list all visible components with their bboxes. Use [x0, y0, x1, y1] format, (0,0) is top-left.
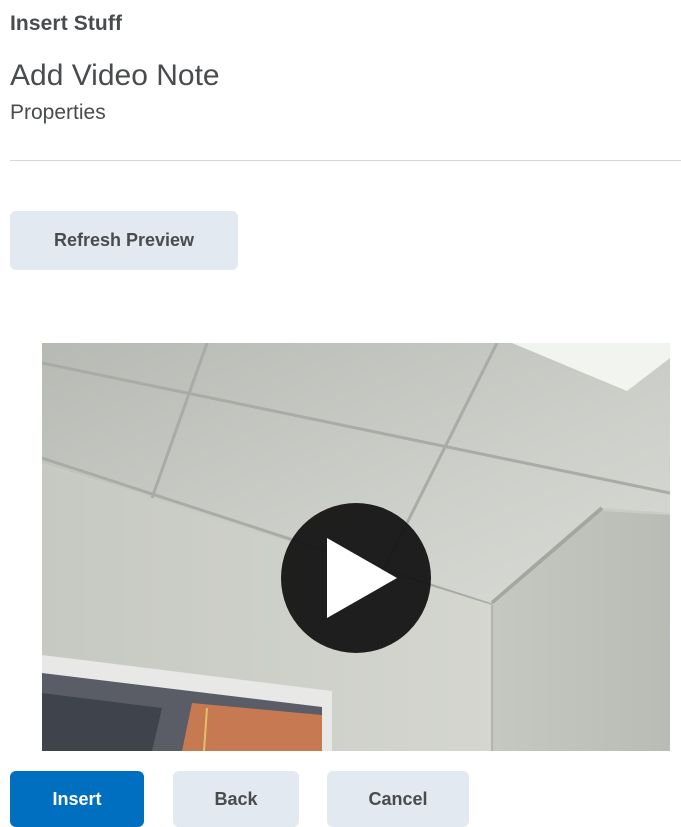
play-icon	[327, 538, 397, 618]
video-preview[interactable]	[42, 343, 670, 751]
dialog-title: Insert Stuff	[10, 12, 123, 35]
header-divider	[10, 160, 681, 161]
play-button[interactable]	[281, 503, 431, 653]
page-subtitle: Properties	[10, 101, 106, 124]
cancel-button[interactable]: Cancel	[327, 771, 469, 827]
page-title: Add Video Note	[10, 59, 220, 92]
back-button[interactable]: Back	[173, 771, 299, 827]
insert-button[interactable]: Insert	[10, 771, 144, 827]
refresh-preview-button[interactable]: Refresh Preview	[10, 211, 238, 270]
